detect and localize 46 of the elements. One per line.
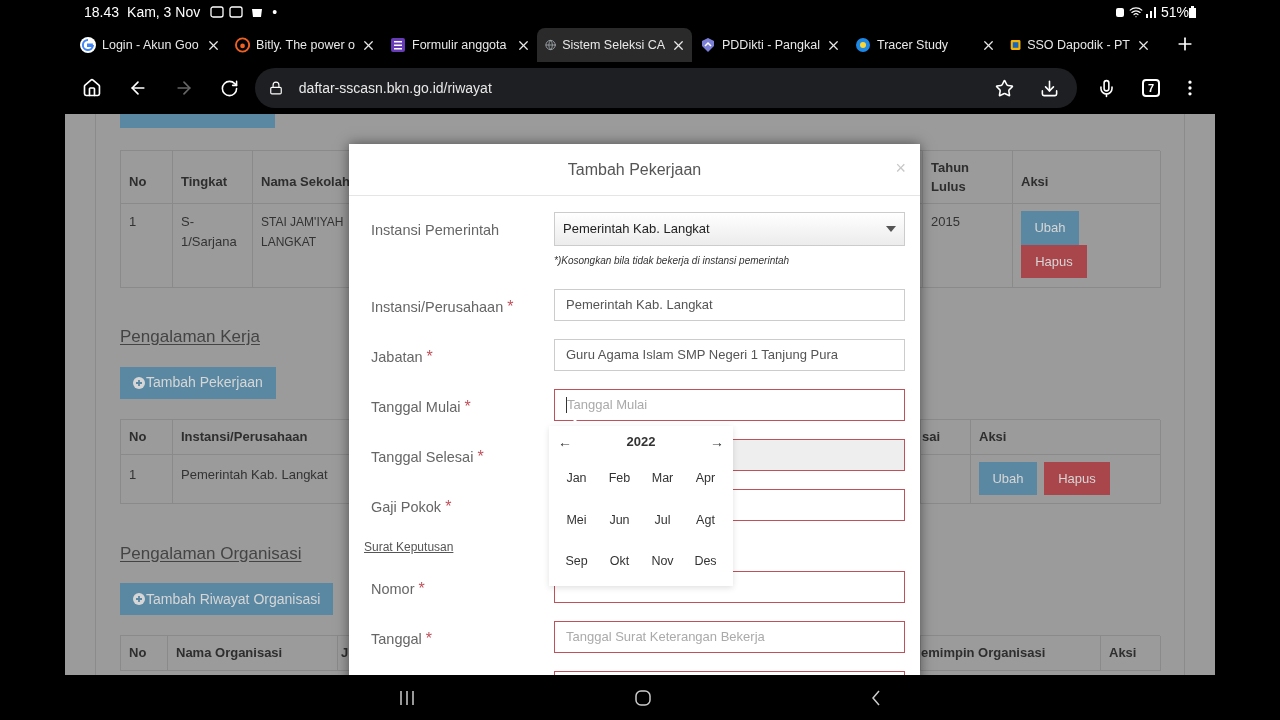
field-label: Gaji Pokok [371,499,442,515]
required-mark: * [477,448,484,465]
notification-dot: • [272,2,278,22]
required-mark: * [507,298,514,315]
table-cell: 2015 [923,204,1013,288]
column-header: emimpin Organisasi [921,636,1101,671]
field-label: Tanggal Mulai [371,399,461,415]
column-header: Aksi [971,419,1161,455]
column-header: No [121,419,173,455]
required-mark: * [425,630,433,647]
required-mark: * [418,580,425,597]
column-header: No [121,151,173,204]
tab-title: Sistem Seleksi CA [562,36,665,54]
field-label: Jabatan [371,349,423,365]
tab-title: SSO Dapodik - PT [1027,36,1130,54]
field-label: Instansi/Perusahaan [371,299,504,315]
required-mark: * [464,398,471,415]
tab-title: PDDikti - Pangkal [722,36,820,54]
table-cell: 1 [121,204,173,288]
field-label: Nomor [371,581,415,597]
column-header: Aksi [1013,151,1161,204]
column-header: No [121,636,168,671]
column-header: sai [921,419,971,455]
field-hint: *)Kosongkan bila tidak bekerja di instansi pemerintah [554,254,791,268]
section-heading: Pengalaman Organisasi [120,542,302,565]
tab-title: Bitly. The power o [256,36,355,54]
required-mark: * [445,498,452,515]
tab-title: Tracer Study [877,36,950,54]
table-cell: 1 [121,454,173,504]
column-header: Nama Organisasi [168,636,338,671]
clock-time: 18.43 [84,2,120,22]
tab-title: Formulir anggota [412,36,508,54]
date-text: Kam, 3 Nov [127,2,201,22]
field-label: Tanggal [371,631,422,647]
tab-title: Login - Akun Goo [102,36,200,54]
field-label: Instansi Pemerintah [371,222,500,238]
modal-title: Tambah Pekerjaan [567,159,702,180]
column-header: Tahun Lulus [923,151,1013,204]
url-text: daftar-sscasn.bkn.go.id/riwayat [298,78,493,98]
required-mark: * [426,348,433,365]
column-header: Aksi [1101,636,1161,671]
section-heading: Pengalaman Kerja [120,326,260,348]
field-label: Tanggal Selesai [371,449,474,465]
column-header: Tingkat [173,151,253,204]
battery-percent: 51% [1160,2,1189,22]
table-cell: S-1/Sarjana [173,204,253,288]
